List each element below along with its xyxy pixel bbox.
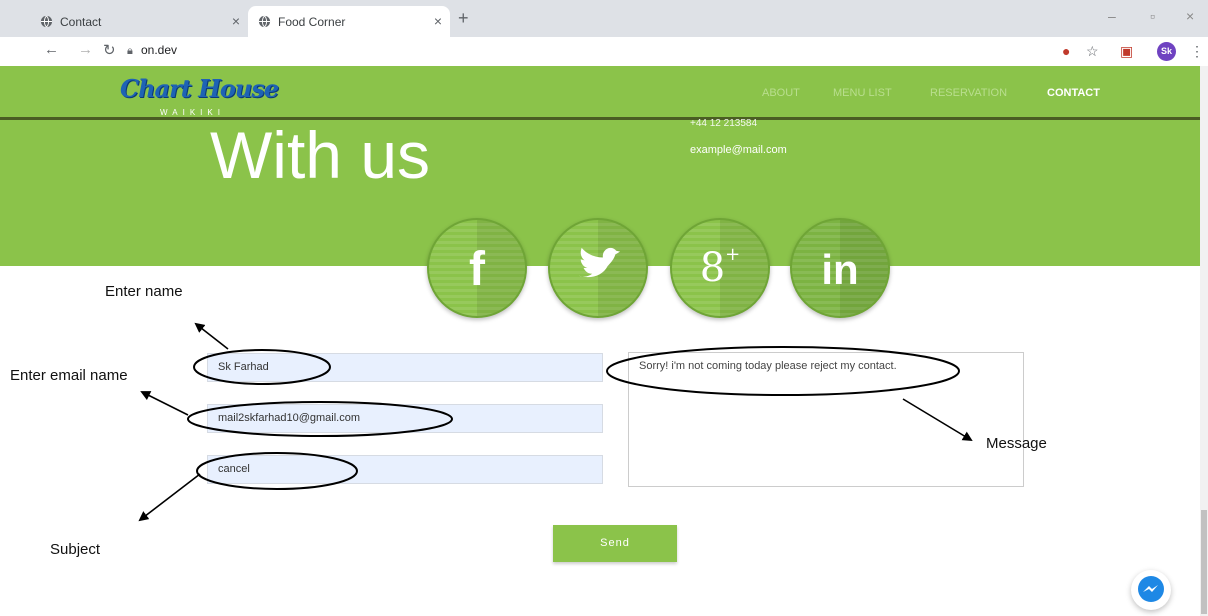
scrollbar-thumb[interactable] [1201, 510, 1207, 614]
annotation-overlay [138, 322, 973, 522]
message-highlight-ellipse [606, 346, 960, 396]
messenger-icon [1138, 576, 1164, 602]
email-arrow [140, 391, 189, 416]
subject-highlight-ellipse [196, 452, 358, 490]
messenger-chat-button[interactable] [1131, 570, 1171, 610]
subject-arrow [138, 473, 201, 522]
message-arrow [902, 398, 973, 442]
name-arrow [194, 322, 229, 350]
email-highlight-ellipse [187, 401, 453, 437]
name-highlight-ellipse [193, 349, 331, 385]
